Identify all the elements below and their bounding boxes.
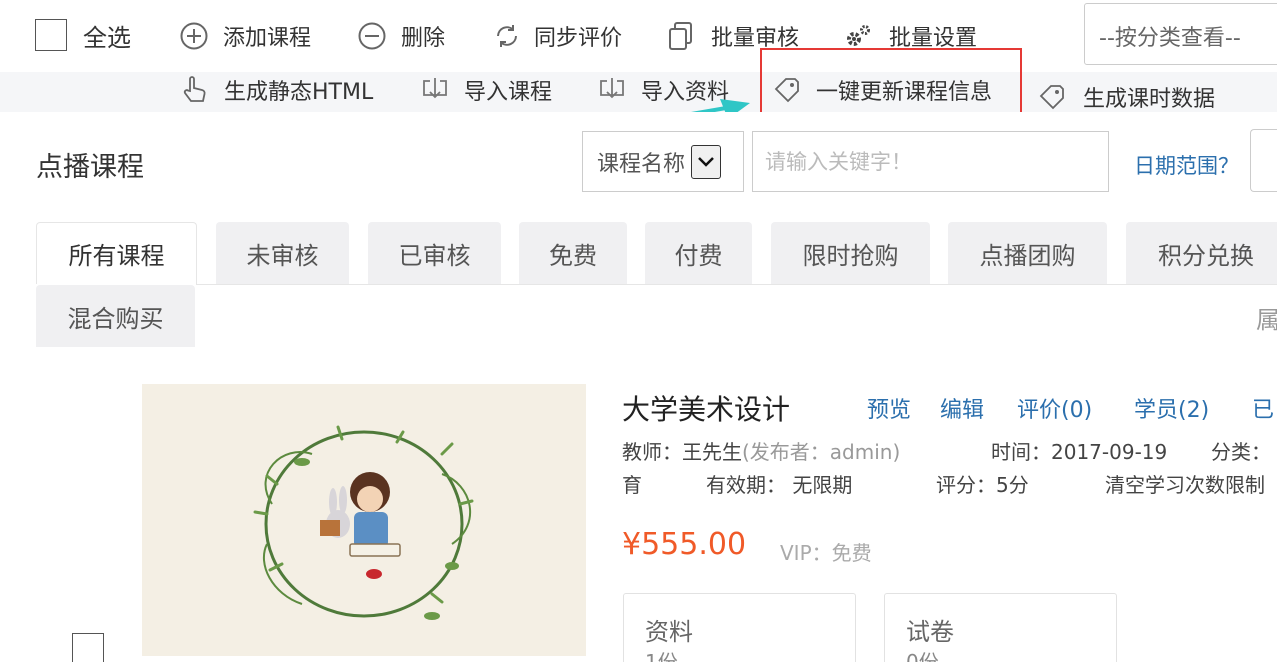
generate-lesson-data-button[interactable]: 生成课时数据 <box>1037 81 1215 113</box>
exams-count: 0份 <box>906 650 939 662</box>
teacher-info: 教师：王先生(发布者：admin) <box>622 436 900 465</box>
students-link[interactable]: 学员(2) <box>1134 392 1209 424</box>
tab-group-buy[interactable]: 点播团购 <box>948 222 1107 284</box>
materials-count: 1份 <box>645 650 678 662</box>
tag-icon <box>1037 82 1067 112</box>
exams-label: 试卷 <box>906 618 954 646</box>
plus-circle-icon <box>179 21 209 51</box>
highlight-box <box>760 48 1022 114</box>
sync-review-button[interactable]: 同步评价 <box>492 20 622 52</box>
tab-mixed-purchase[interactable]: 混合购买 <box>36 285 195 347</box>
date-range-link[interactable]: 日期范围？ <box>1134 150 1239 180</box>
course-price: ¥555.00 <box>622 527 747 562</box>
status-link[interactable]: 已 <box>1252 392 1274 424</box>
course-category-label: 分类： <box>1211 440 1271 464</box>
tab-points-exchange[interactable]: 积分兑换 <box>1126 222 1277 284</box>
minus-circle-icon <box>357 21 387 51</box>
tab-divider <box>196 284 1277 285</box>
tab-flash-sale[interactable]: 限时抢购 <box>771 222 930 284</box>
sync-icon <box>492 21 522 51</box>
course-validity: 有效期： 无限期 <box>706 473 853 497</box>
chevron-down-icon <box>691 144 722 179</box>
vip-price: VIP：免费 <box>780 541 872 565</box>
teacher-label: 教师： <box>622 440 682 464</box>
import-icon <box>420 75 450 105</box>
page-title: 点播课程 <box>36 152 144 183</box>
select-all-label[interactable]: 全选 <box>83 18 131 53</box>
gears-icon <box>843 21 873 51</box>
pointer-hand-icon <box>180 75 208 105</box>
course-thumbnail[interactable] <box>142 384 586 656</box>
review-link[interactable]: 评价(0) <box>1017 392 1092 424</box>
copy-icon <box>667 21 695 51</box>
publisher-info: (发布者：admin) <box>742 440 901 464</box>
tab-paid[interactable]: 付费 <box>645 222 752 284</box>
date-input-edge[interactable] <box>1250 129 1277 192</box>
preview-link[interactable]: 预览 <box>867 392 911 424</box>
course-rating: 评分：5分 <box>936 473 1029 497</box>
add-course-label: 添加课程 <box>223 26 312 51</box>
search-field-selected: 课程名称 <box>597 151 686 177</box>
tab-free[interactable]: 免费 <box>519 222 627 284</box>
delete-button[interactable]: 删除 <box>357 20 445 52</box>
materials-label: 资料 <box>645 618 693 646</box>
course-time: 时间：2017-09-19 <box>991 440 1168 464</box>
sync-review-label: 同步评价 <box>534 26 623 51</box>
delete-label: 删除 <box>401 26 446 51</box>
search-field-select[interactable]: 课程名称 <box>582 131 744 192</box>
attribute-label: 属 <box>1256 306 1277 334</box>
tab-all-courses[interactable]: 所有课程 <box>36 222 197 284</box>
tab-audited[interactable]: 已审核 <box>368 222 501 284</box>
edit-link[interactable]: 编辑 <box>940 392 984 424</box>
select-all-checkbox[interactable] <box>35 19 67 51</box>
course-title[interactable]: 大学美术设计 <box>622 388 790 428</box>
generate-lesson-data-label: 生成课时数据 <box>1083 87 1216 112</box>
course-illustration <box>253 425 474 620</box>
generate-static-html-button[interactable]: 生成静态HTML <box>180 74 373 106</box>
exams-stat[interactable]: 试卷 0份 <box>884 593 1117 662</box>
course-category-tail: 育 <box>622 473 642 497</box>
teacher-name: 王先生 <box>682 440 742 464</box>
tab-unaudited[interactable]: 未审核 <box>216 222 349 284</box>
category-filter-select[interactable]: --按分类查看-- <box>1084 3 1277 65</box>
materials-stat[interactable]: 资料 1份 <box>623 593 856 662</box>
add-course-button[interactable]: 添加课程 <box>179 20 311 52</box>
course-row-checkbox[interactable] <box>72 633 104 662</box>
generate-static-html-label: 生成静态HTML <box>224 80 374 105</box>
clear-study-limit[interactable]: 清空学习次数限制 <box>1105 469 1265 498</box>
search-input[interactable] <box>752 131 1109 192</box>
